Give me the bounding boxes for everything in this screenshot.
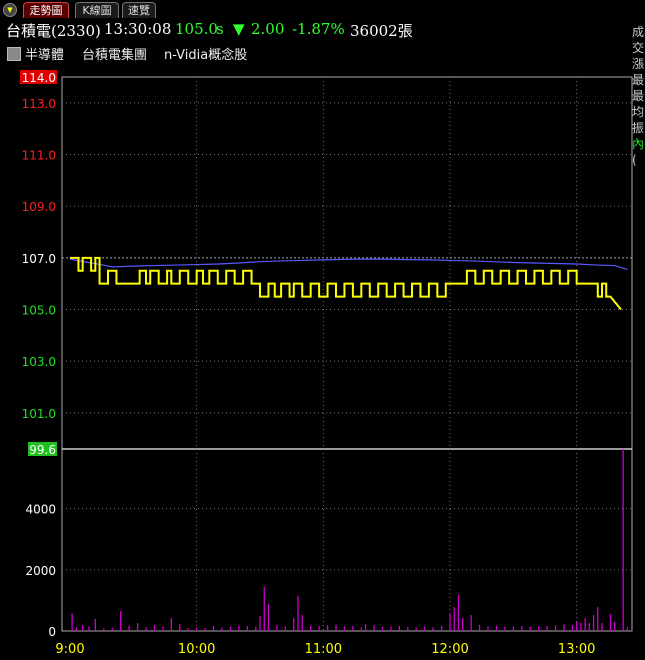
price-tick-label: 103.0 — [22, 355, 56, 369]
intraday-chart: 114.0 113.0 111.0 109.0 107.0 105.0 103.0 101.0… — [20, 70, 633, 657]
average-price-line — [69, 258, 628, 271]
price-tick-label: 105.0 — [22, 304, 56, 318]
price-tick-label: 101.0 — [22, 407, 56, 421]
price-tick-label: 113.0 — [22, 97, 56, 111]
volume-tick-label: 2000 — [25, 564, 56, 578]
time-tick-label: 12:00 — [431, 642, 468, 657]
price-tick-label: 111.0 — [22, 149, 56, 163]
chart-frame — [61, 76, 633, 632]
price-tick-label: 99.6 — [29, 443, 56, 457]
price-tick-label: 114.0 — [22, 71, 56, 85]
volume-tick-label: 4000 — [25, 503, 56, 517]
time-tick-label: 13:00 — [558, 642, 595, 657]
time-tick-label: 10:00 — [178, 642, 215, 657]
volume-tick-label: 0 — [48, 625, 56, 639]
price-tick-label: 107.0 — [22, 252, 56, 266]
time-tick-label: 11:00 — [305, 642, 342, 657]
time-tick-label: 9:00 — [55, 642, 84, 657]
price-tick-label: 109.0 — [22, 200, 56, 214]
